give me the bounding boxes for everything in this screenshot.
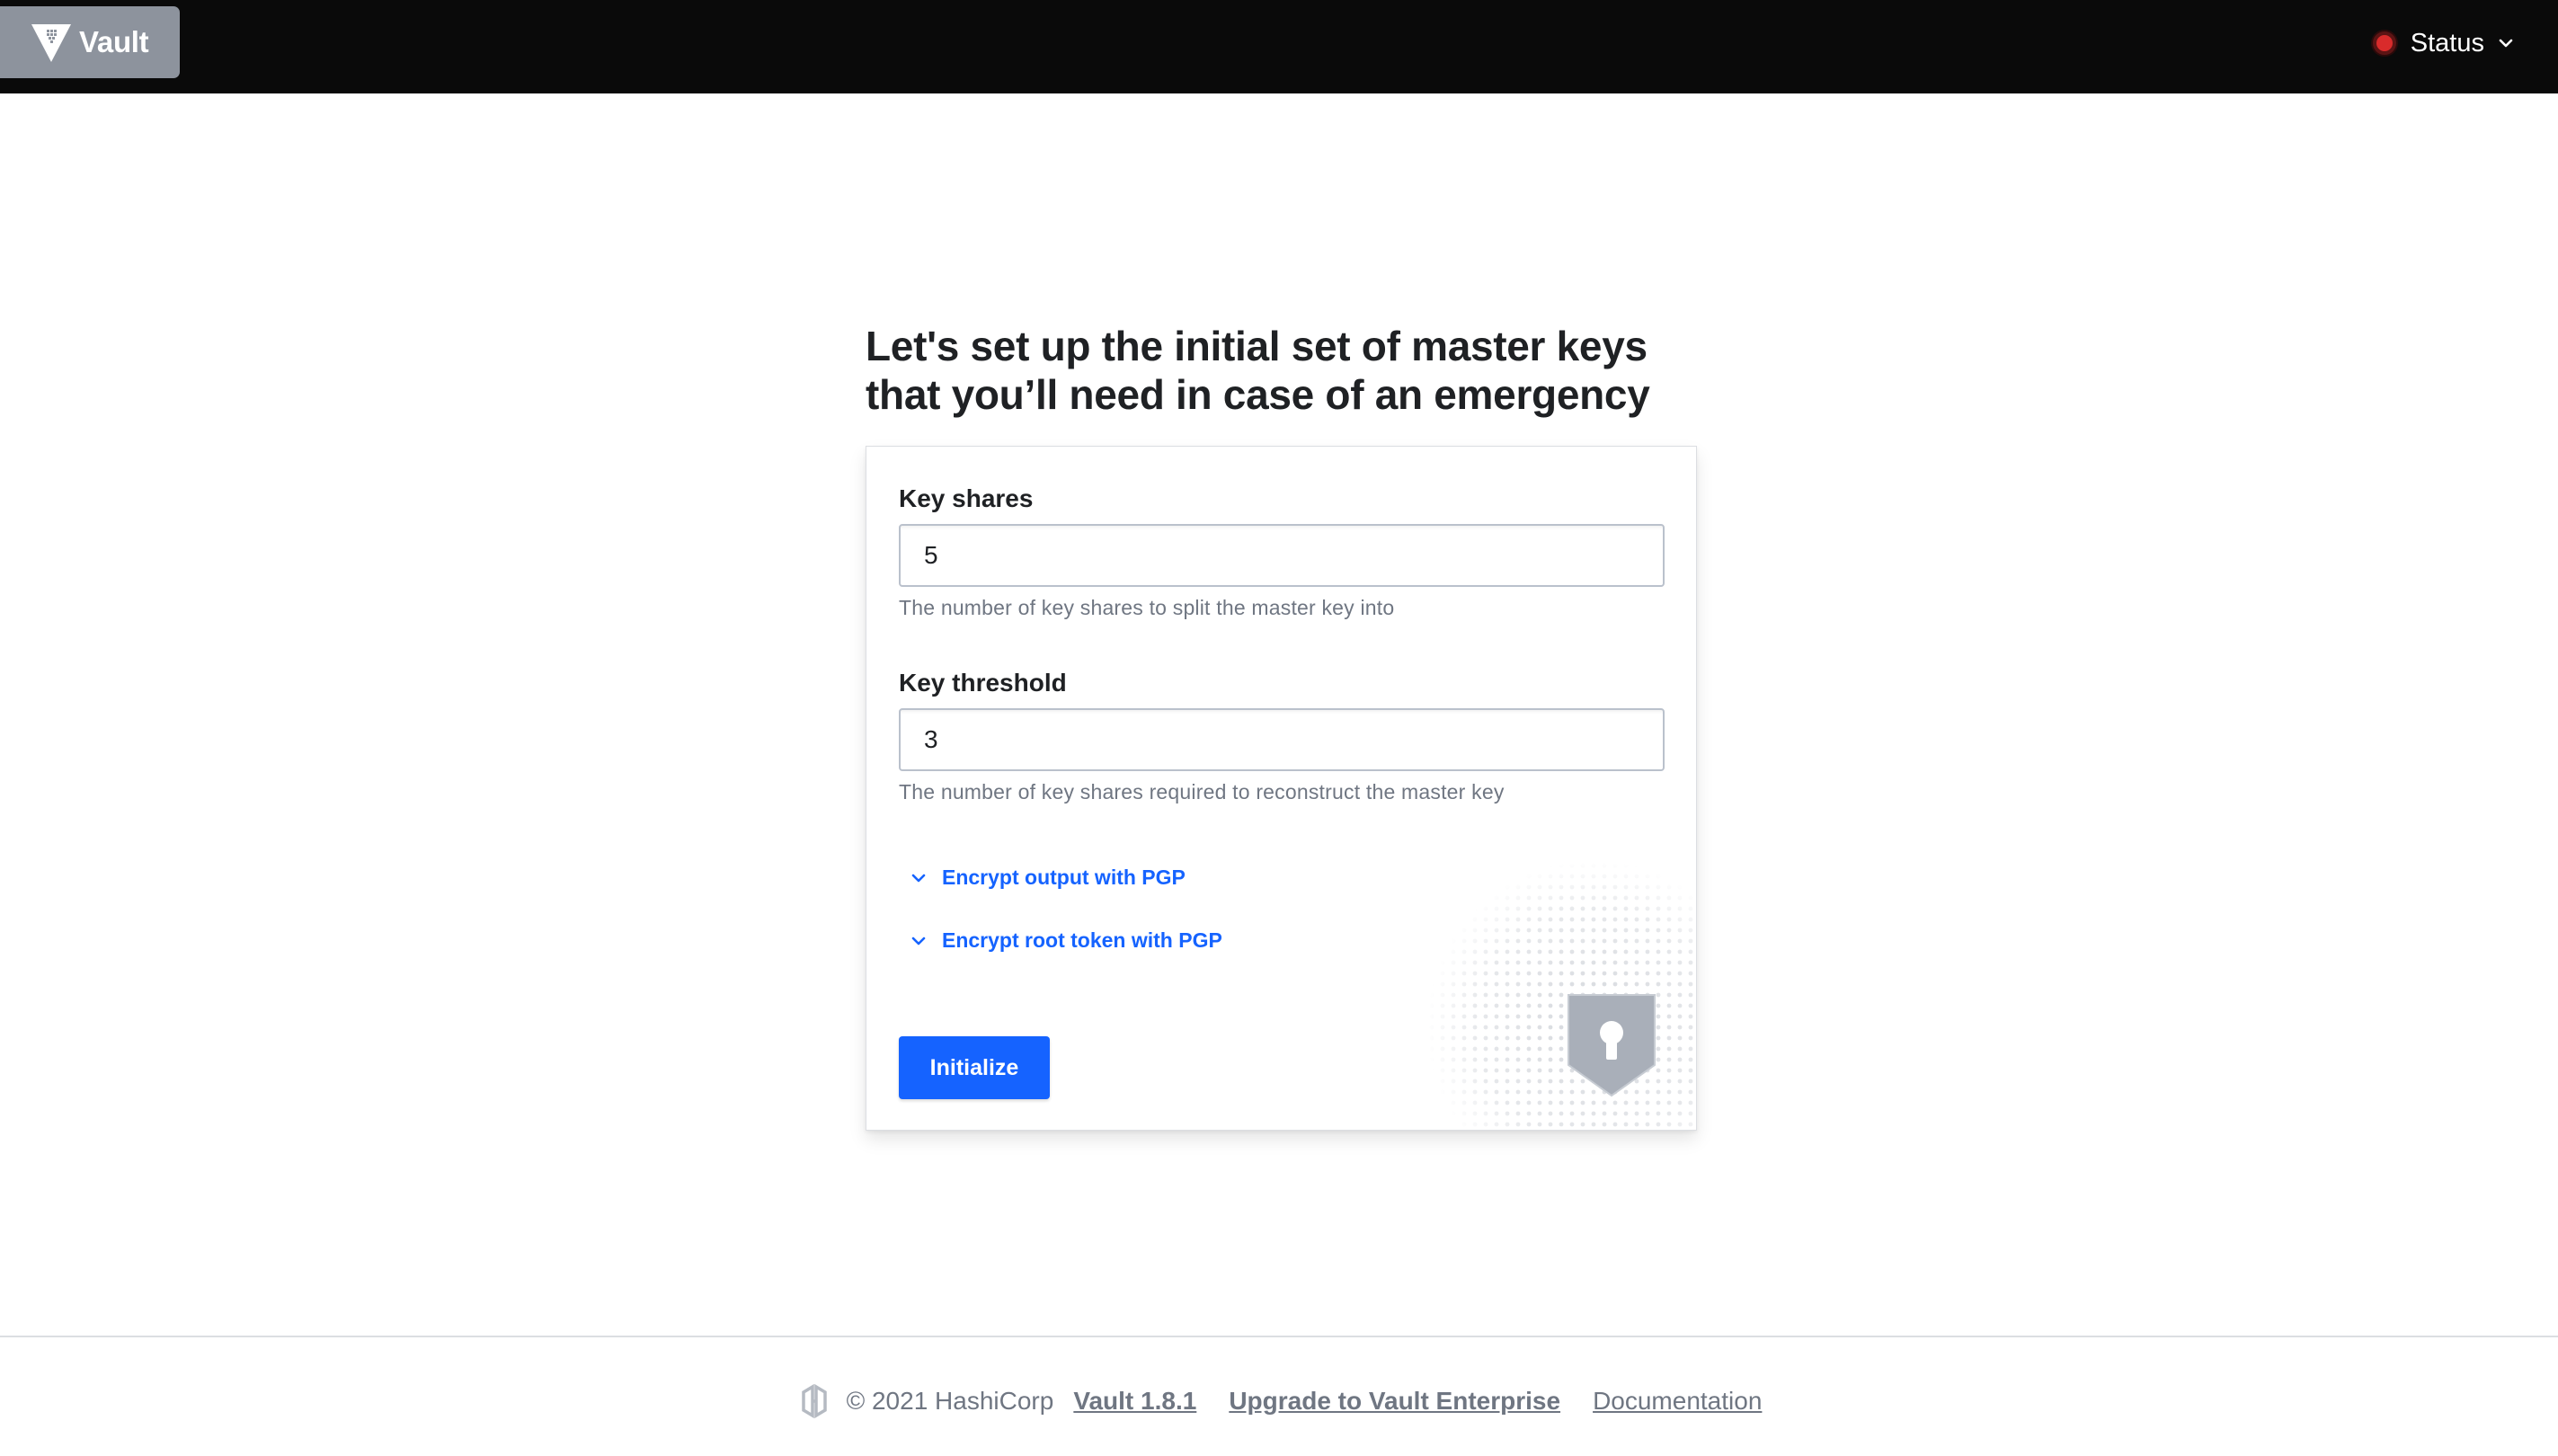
toggle-encrypt-root-token-pgp[interactable]: Encrypt root token with PGP [910,928,1222,953]
key-shares-help: The number of key shares to split the ma… [899,596,1395,619]
hashicorp-logo-icon [801,1383,827,1419]
vault-logo-icon [31,24,71,62]
status-label: Status [2410,28,2484,58]
initialize-button[interactable]: Initialize [899,1036,1050,1099]
init-form-card: Key shares The number of key shares to s… [866,446,1697,1131]
top-navbar: Vault Status [0,0,2558,93]
footer-documentation-link[interactable]: Documentation [1593,1387,1762,1416]
vault-home-link[interactable]: Vault [0,6,180,78]
footer-version-link[interactable]: Vault 1.8.1 [1073,1387,1196,1416]
footer-upgrade-link[interactable]: Upgrade to Vault Enterprise [1229,1387,1560,1416]
page-title: Let's set up the initial set of master k… [866,322,1728,419]
chevron-down-icon [2499,39,2513,48]
chevron-down-icon [911,874,926,882]
page-title-line-1: Let's set up the initial set of master k… [866,323,1648,369]
status-menu-button[interactable]: Status [2372,22,2515,65]
key-threshold-help: The number of key shares required to rec… [899,780,1505,803]
footer: © 2021 HashiCorp Vault 1.8.1 Upgrade to … [0,1381,2558,1422]
status-dot-icon [2372,31,2396,55]
key-threshold-input[interactable] [899,708,1665,771]
toggle-encrypt-root-token-pgp-label: Encrypt root token with PGP [942,928,1222,952]
toggle-encrypt-output-pgp-label: Encrypt output with PGP [942,866,1186,889]
chevron-down-icon [911,937,926,945]
footer-divider [0,1336,2558,1337]
page-title-line-2: that you’ll need in case of an emergency [866,371,1650,418]
key-threshold-label: Key threshold [899,669,1067,697]
toggle-encrypt-output-pgp[interactable]: Encrypt output with PGP [910,866,1186,890]
shield-keyhole-icon [1426,860,1696,1130]
key-shares-label: Key shares [899,484,1034,512]
footer-copyright: © 2021 HashiCorp [846,1387,1054,1415]
key-shares-input[interactable] [899,524,1665,587]
brand-label: Vault [79,25,149,58]
